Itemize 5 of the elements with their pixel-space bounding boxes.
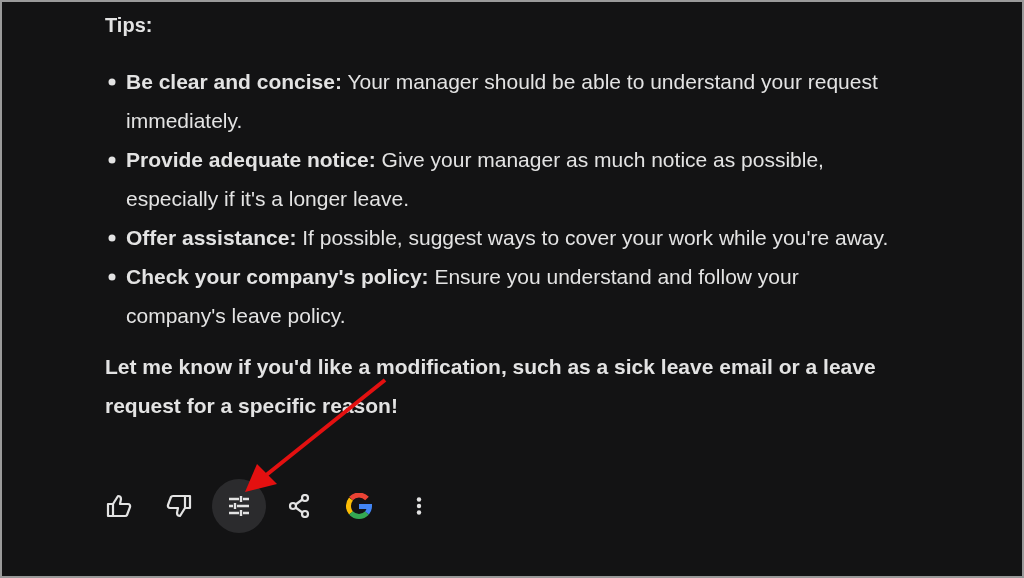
tip-text: Check your company's policy: Ensure you understand and follow your company's leave policy. <box>126 264 800 329</box>
tip-text: Offer assistance: If possible, suggest ways to cover your work while you're away. <box>126 225 889 251</box>
tips-heading: Tips: <box>105 13 154 38</box>
tip-text: Provide adequate notice: Give your manager as much notice as possible, especially if it's a longer leave. <box>126 147 825 212</box>
tip-text: Be clear and concise: Your manager should be able to understand your request immediately. <box>126 69 879 134</box>
